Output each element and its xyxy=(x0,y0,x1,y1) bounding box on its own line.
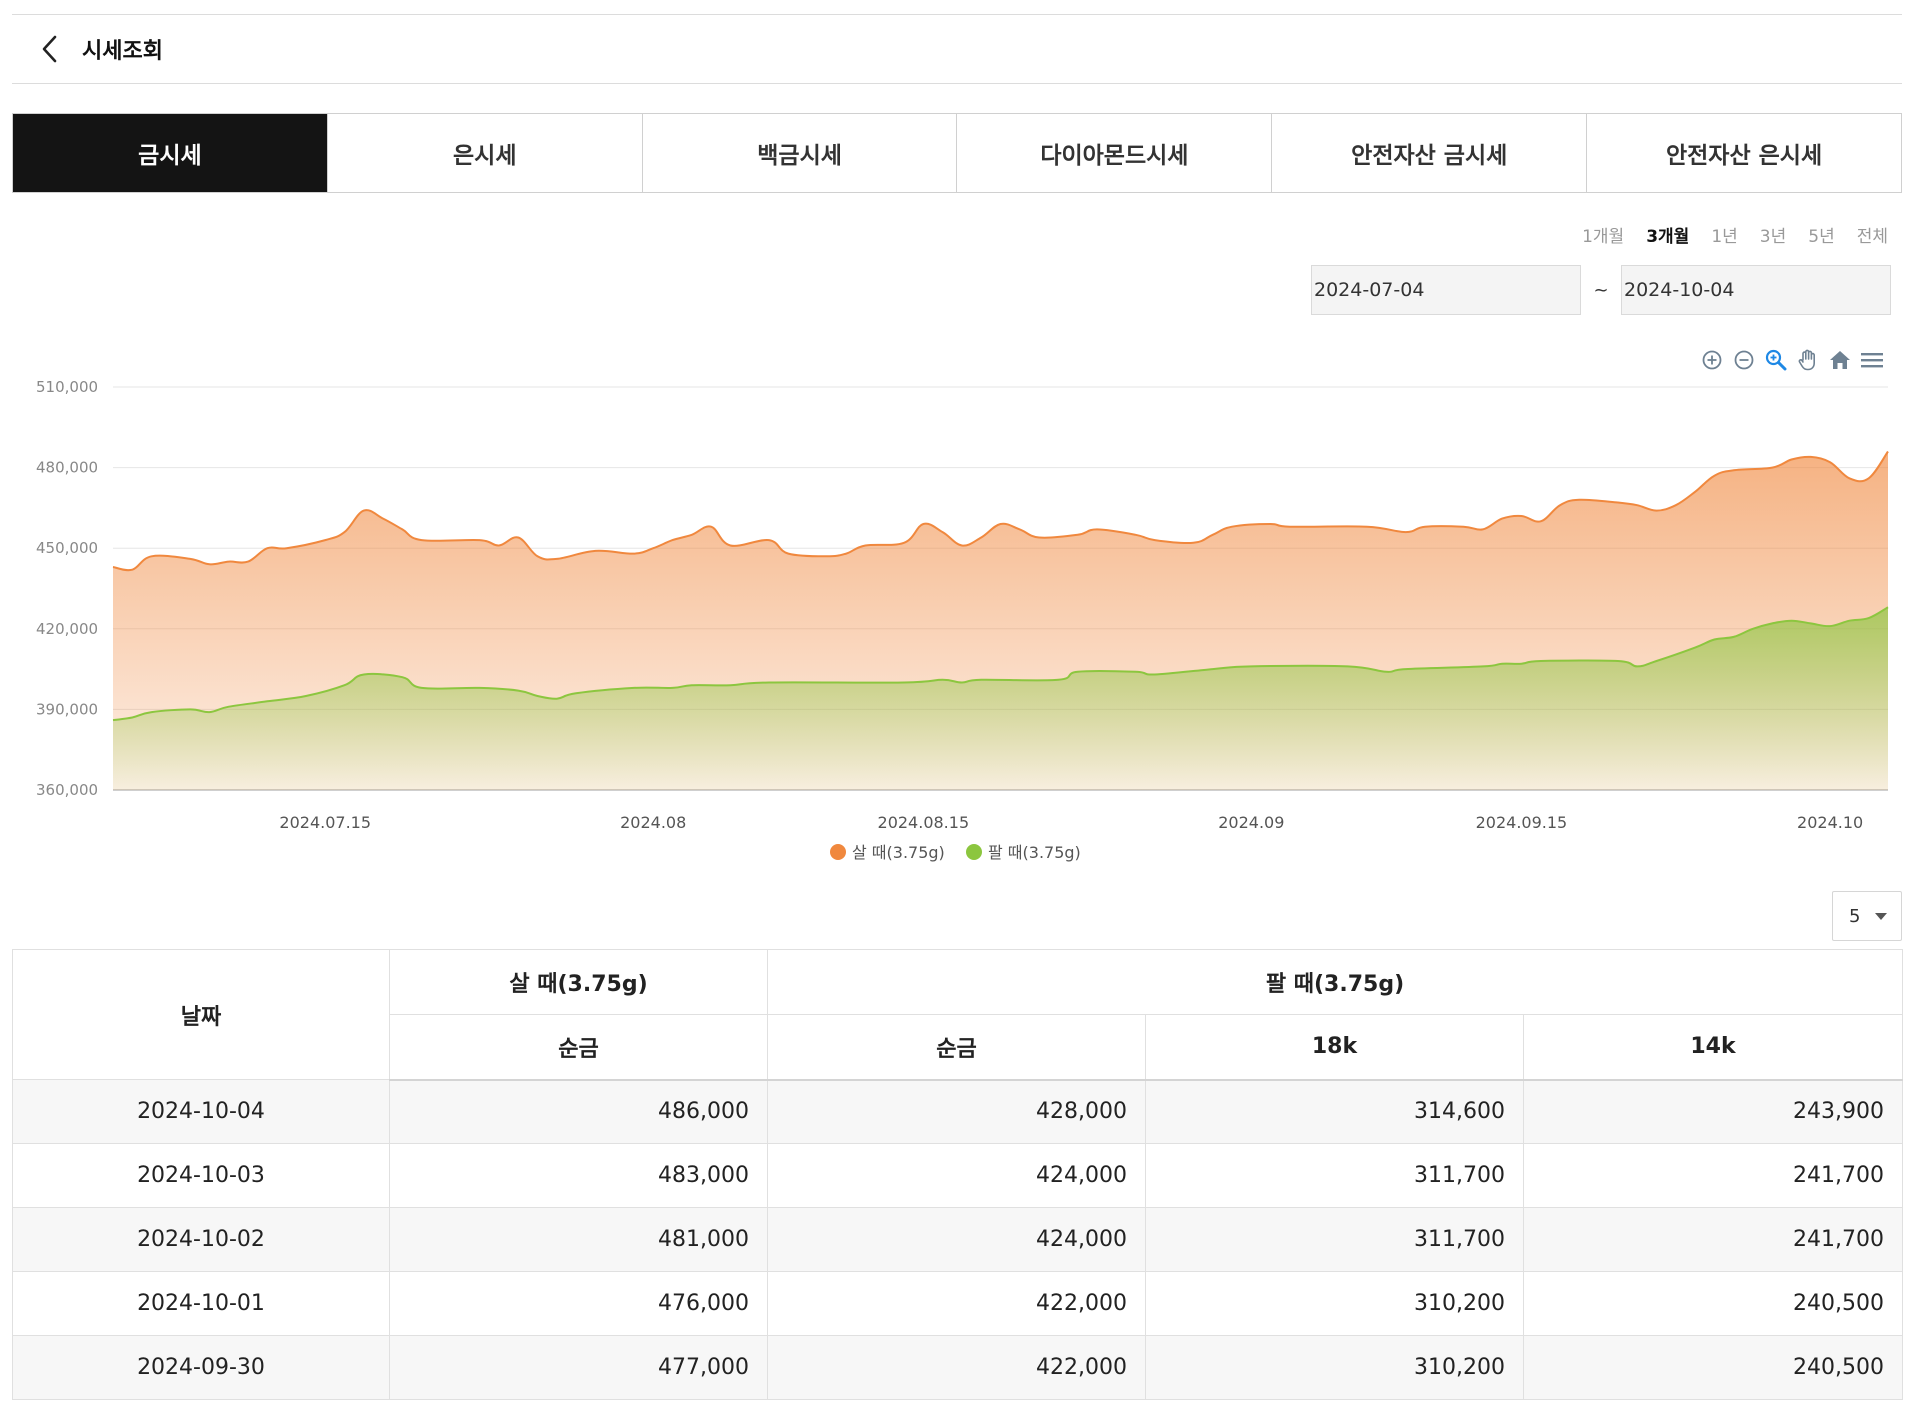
tab-safe-silver[interactable]: 안전자산 은시세 xyxy=(1586,114,1901,192)
sell-18k-header: 18k xyxy=(1145,1014,1524,1081)
row-date: 2024-10-04 xyxy=(12,1079,390,1144)
row-date: 2024-09-30 xyxy=(12,1335,390,1400)
row-sell-14k: 240,500 xyxy=(1522,1335,1904,1400)
sell-14k-header: 14k xyxy=(1522,1014,1904,1081)
chevron-left-icon xyxy=(42,35,57,63)
row-sell-pure: 422,000 xyxy=(767,1335,1146,1400)
zoom-in-icon xyxy=(1702,350,1722,370)
x-tick-label: 2024.09 xyxy=(1218,813,1284,832)
tab-gold[interactable]: 금시세 xyxy=(13,114,327,192)
row-buy-pure: 476,000 xyxy=(389,1271,768,1336)
y-tick-label: 480,000 xyxy=(36,459,98,477)
y-tick-label: 390,000 xyxy=(36,700,98,718)
x-tick-label: 2024.08.15 xyxy=(878,813,970,832)
buy-pure-gold-header: 순금 xyxy=(389,1014,768,1081)
y-tick-label: 420,000 xyxy=(36,620,98,638)
tab-platinum[interactable]: 백금시세 xyxy=(641,114,957,192)
y-tick-label: 360,000 xyxy=(36,781,98,799)
caret-down-icon xyxy=(1875,912,1887,920)
rows-per-page-value: 5 xyxy=(1849,905,1861,927)
period-filter: 1개월 3개월 1년 3년 5년 전체 xyxy=(1582,222,1888,247)
row-date: 2024-10-01 xyxy=(12,1271,390,1336)
chart-toolbar xyxy=(1700,348,1884,372)
row-buy-pure: 477,000 xyxy=(389,1335,768,1400)
period-1-month[interactable]: 1개월 xyxy=(1582,222,1624,247)
period-3-months[interactable]: 3개월 xyxy=(1646,222,1689,247)
row-buy-pure: 483,000 xyxy=(389,1143,768,1208)
price-table: 날짜 살 때(3.75g) 팔 때(3.75g) 순금 순금 18k 14k 2… xyxy=(12,949,1904,1400)
y-tick-label: 450,000 xyxy=(36,539,98,557)
row-sell-18k: 311,700 xyxy=(1145,1143,1524,1208)
tab-safe-gold[interactable]: 안전자산 금시세 xyxy=(1271,114,1587,192)
period-5-years[interactable]: 5년 xyxy=(1808,222,1834,247)
row-sell-18k: 314,600 xyxy=(1145,1079,1524,1144)
reset-home-icon xyxy=(1830,351,1850,369)
row-buy-pure: 486,000 xyxy=(389,1079,768,1144)
price-area-chart: 360,000 390,000 420,000 450,000 480,000 510,0… xyxy=(36,378,1889,862)
row-sell-14k: 241,700 xyxy=(1522,1143,1904,1208)
period-all[interactable]: 전체 xyxy=(1857,222,1888,247)
row-sell-pure: 424,000 xyxy=(767,1143,1146,1208)
pan-hand-icon xyxy=(1798,349,1815,371)
metal-tabs: 금시세 은시세 백금시세 다이아몬드시세 안전자산 금시세 안전자산 은시세 xyxy=(12,113,1902,193)
period-1-year[interactable]: 1년 xyxy=(1711,222,1737,247)
x-tick-label: 2024.08 xyxy=(620,813,686,832)
row-date: 2024-10-02 xyxy=(12,1207,390,1272)
table-row: 2024-09-30 477,000 422,000 310,200 240,5… xyxy=(12,1335,1904,1400)
row-sell-18k: 310,200 xyxy=(1145,1271,1524,1336)
menu-icon xyxy=(1861,353,1883,368)
legend-label: 팔 때(3.75g) xyxy=(988,843,1081,862)
x-tick-label: 2024.09.15 xyxy=(1476,813,1568,832)
back-button[interactable] xyxy=(30,29,70,69)
row-sell-14k: 240,500 xyxy=(1522,1271,1904,1336)
y-tick-label: 510,000 xyxy=(36,378,98,396)
row-sell-18k: 310,200 xyxy=(1145,1335,1524,1400)
row-date: 2024-10-03 xyxy=(12,1143,390,1208)
page-title: 시세조회 xyxy=(82,39,163,64)
zoom-out-button[interactable] xyxy=(1732,348,1756,372)
row-buy-pure: 481,000 xyxy=(389,1207,768,1272)
sell-group-header: 팔 때(3.75g) xyxy=(766,949,1904,1015)
page-header: 시세조회 xyxy=(12,14,1902,84)
date-range: ~ xyxy=(1311,265,1891,315)
tab-diamond[interactable]: 다이아몬드시세 xyxy=(956,114,1272,192)
buy-group-header: 살 때(3.75g) xyxy=(389,949,768,1015)
selection-zoom-button[interactable] xyxy=(1764,348,1788,372)
table-row: 2024-10-04 486,000 428,000 314,600 243,9… xyxy=(12,1079,1904,1144)
legend-marker xyxy=(830,844,846,860)
selection-zoom-icon xyxy=(1765,349,1787,371)
end-date-input[interactable] xyxy=(1621,265,1891,315)
reset-zoom-button[interactable] xyxy=(1828,348,1852,372)
tab-silver[interactable]: 은시세 xyxy=(326,114,642,192)
legend-label: 살 때(3.75g) xyxy=(852,843,945,862)
x-tick-label: 2024.10 xyxy=(1797,813,1863,832)
zoom-in-button[interactable] xyxy=(1700,348,1724,372)
zoom-out-icon xyxy=(1734,350,1754,370)
date-separator: ~ xyxy=(1593,279,1609,301)
rows-per-page-select[interactable]: 5 xyxy=(1832,891,1902,941)
period-3-years[interactable]: 3년 xyxy=(1760,222,1786,247)
row-sell-14k: 241,700 xyxy=(1522,1207,1904,1272)
chart-menu-button[interactable] xyxy=(1860,348,1884,372)
date-column-header: 날짜 xyxy=(12,949,390,1080)
row-sell-pure: 424,000 xyxy=(767,1207,1146,1272)
start-date-input[interactable] xyxy=(1311,265,1581,315)
x-tick-label: 2024.07.15 xyxy=(279,813,371,832)
table-row: 2024-10-01 476,000 422,000 310,200 240,5… xyxy=(12,1271,1904,1336)
pan-button[interactable] xyxy=(1796,348,1820,372)
row-sell-pure: 428,000 xyxy=(767,1079,1146,1144)
row-sell-18k: 311,700 xyxy=(1145,1207,1524,1272)
table-row: 2024-10-03 483,000 424,000 311,700 241,7… xyxy=(12,1143,1904,1208)
legend-marker xyxy=(966,844,982,860)
row-sell-pure: 422,000 xyxy=(767,1271,1146,1336)
row-sell-14k: 243,900 xyxy=(1522,1079,1904,1144)
sell-pure-gold-header: 순금 xyxy=(767,1014,1146,1081)
table-row: 2024-10-02 481,000 424,000 311,700 241,7… xyxy=(12,1207,1904,1272)
